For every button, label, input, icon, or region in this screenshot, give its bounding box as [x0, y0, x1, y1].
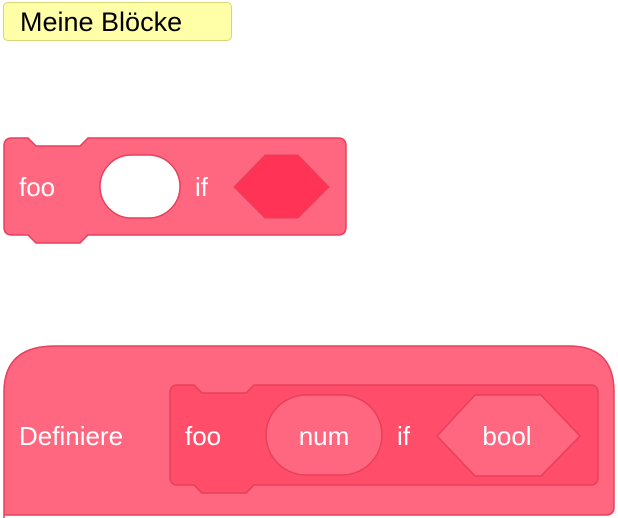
custom-block-keyword-if: if	[195, 172, 209, 202]
prototype-keyword-if: if	[397, 421, 411, 451]
block-canvas: foo if Definiere foo num if bool	[3, 137, 615, 518]
argument-num-label: num	[299, 421, 350, 451]
custom-block-foo[interactable]: foo if	[3, 137, 347, 244]
define-block-label: Definiere	[19, 421, 123, 451]
prototype-block[interactable]: foo num if bool	[169, 384, 599, 494]
argument-bool-label: bool	[482, 421, 531, 451]
number-input-slot[interactable]	[99, 154, 181, 219]
argument-num-reporter[interactable]: num	[265, 394, 383, 476]
prototype-label: foo	[185, 421, 221, 451]
custom-block-label: foo	[19, 172, 55, 202]
block-palette: Meine Blöcke foo if Definiere foo num if	[0, 0, 618, 518]
define-block[interactable]: Definiere foo num if bool	[3, 345, 615, 518]
